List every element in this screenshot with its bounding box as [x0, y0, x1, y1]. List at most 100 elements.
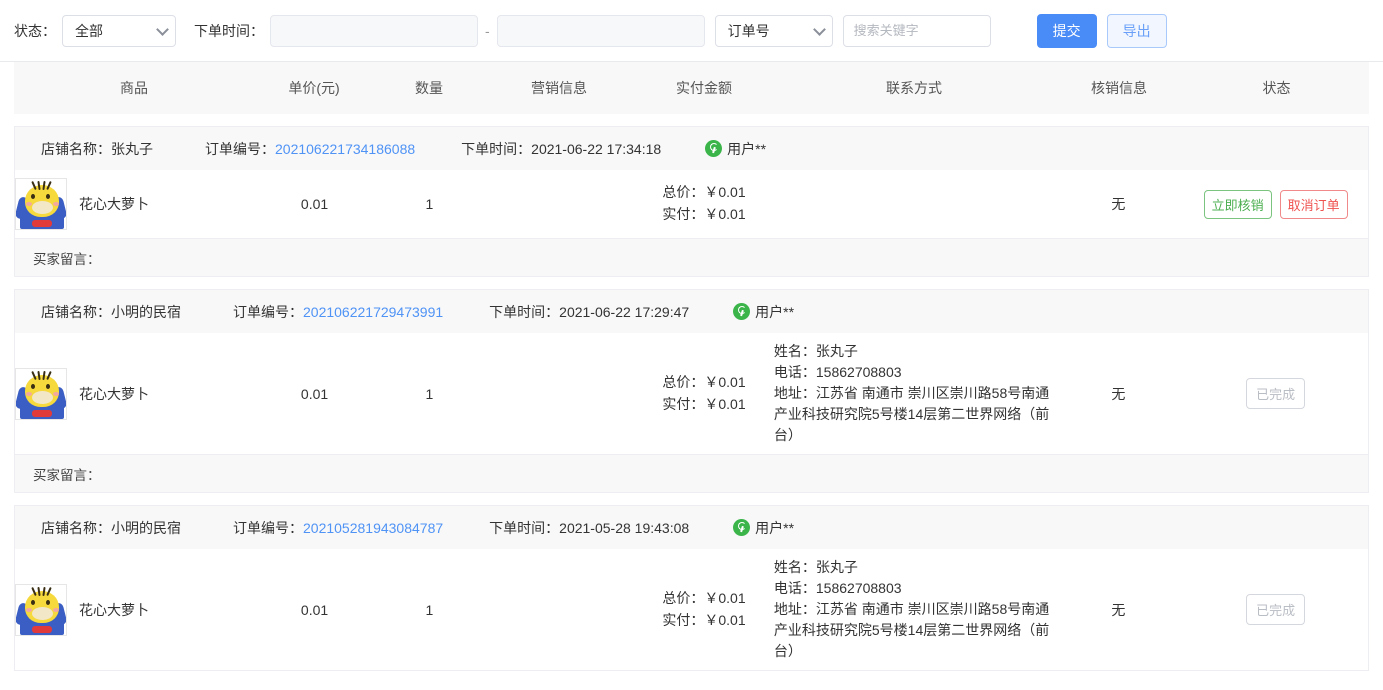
contact-name: 姓名：张丸子: [773, 559, 858, 575]
order-time: 下单时间：2021-06-22 17:34:18: [461, 140, 662, 157]
buyer-message-row: 买家留言：: [14, 455, 1369, 493]
order-user: 用户**: [705, 139, 766, 159]
goods-cell: 花心大萝卜: [15, 170, 255, 238]
paid-amount: 实付：￥0.01: [662, 611, 746, 628]
contact-address: 地址：江苏省 南通市 崇川区崇川路58号南通产业科技研究院5号楼14层第二世界网…: [773, 385, 1050, 443]
order-number-group: 订单编号：202106221729473991: [233, 302, 443, 322]
duck-avatar-icon: [16, 368, 66, 419]
order-row: 花心大萝卜 0.01 1 总价：￥0.01 实付：￥0.01 姓名：张丸子 电话…: [14, 333, 1369, 455]
column-header-quantity: 数量: [415, 80, 443, 96]
order-number-link[interactable]: 202106221734186088: [275, 141, 415, 157]
unit-price-cell: 0.01: [300, 385, 329, 402]
order-number-label: 订单编号：: [233, 303, 303, 320]
goods-thumbnail[interactable]: [15, 178, 67, 230]
paid-amount: 实付：￥0.01: [662, 206, 746, 222]
goods-thumbnail[interactable]: [15, 583, 67, 636]
verify-now-button[interactable]: 立即核销: [1203, 189, 1272, 219]
contact-cell: [774, 170, 1054, 238]
goods-cell: 花心大萝卜: [15, 333, 255, 454]
contact-name: 姓名：张丸子: [773, 343, 858, 359]
date-range-separator: -: [485, 22, 490, 39]
order-user-name: 用户**: [755, 519, 795, 536]
status-select-wrapper[interactable]: 全部: [62, 14, 176, 47]
buyer-message-row: 买家留言：: [14, 239, 1369, 277]
order-number-group: 订单编号：202106221734186088: [205, 139, 415, 159]
quantity-cell: 1: [425, 385, 434, 402]
order-time-filter-label: 下单时间：: [194, 22, 264, 39]
wechat-icon: [733, 519, 751, 536]
order-time-start-input[interactable]: [270, 14, 478, 47]
amount-cell: 总价：￥0.01 实付：￥0.01: [634, 549, 774, 670]
order-time: 下单时间：2021-06-22 17:29:47: [489, 303, 690, 320]
keyword-type-select-wrapper[interactable]: 订单号: [714, 14, 833, 47]
column-header-promotion: 营销信息: [531, 80, 587, 96]
amount-cell: 总价：￥0.01 实付：￥0.01: [634, 333, 774, 454]
column-header-amount: 实付金额: [676, 80, 732, 96]
order-row: 花心大萝卜 0.01 1 总价：￥0.01 实付：￥0.01 姓名：张丸子 电话…: [14, 549, 1369, 671]
column-header-verify: 核销信息: [1091, 80, 1147, 96]
status-cell: 已完成: [1183, 333, 1368, 454]
order-time-end-input[interactable]: [496, 14, 705, 47]
order-number-link[interactable]: 202105281943084787: [303, 520, 443, 536]
unit-price-cell: 0.01: [300, 196, 329, 212]
submit-button[interactable]: 提交: [1036, 13, 1097, 48]
total-amount: 总价：￥0.01: [662, 373, 746, 390]
goods-name: 花心大萝卜: [79, 196, 149, 212]
order-block: 店铺名称：张丸子 订单编号：202106221734186088 下单时间：20…: [14, 126, 1369, 277]
keyword-type-select[interactable]: 订单号: [714, 14, 833, 47]
order-status-done-button[interactable]: 已完成: [1246, 378, 1306, 409]
promotion-cell: [484, 549, 634, 670]
orders-table: 商品 单价(元) 数量 营销信息 实付金额 联系方式 核销信息 状态 店铺名称：…: [0, 62, 1383, 671]
cancel-order-button[interactable]: 取消订单: [1279, 189, 1348, 219]
verify-info-cell: 无: [1111, 385, 1126, 402]
goods-name: 花心大萝卜: [79, 385, 149, 402]
amount-cell: 总价：￥0.01 实付：￥0.01: [634, 170, 774, 238]
order-number-label: 订单编号：: [205, 140, 275, 157]
order-user-name: 用户**: [755, 303, 795, 320]
status-filter-label: 状态：: [14, 22, 56, 39]
order-status-done-button[interactable]: 已完成: [1246, 594, 1306, 625]
total-amount: 总价：￥0.01: [662, 184, 746, 201]
total-amount: 总价：￥0.01: [662, 589, 746, 606]
duck-avatar-icon: [16, 179, 66, 229]
wechat-icon: [733, 303, 751, 320]
order-block: 店铺名称：小明的民宿 订单编号：202106221729473991 下单时间：…: [14, 289, 1369, 493]
export-button[interactable]: 导出: [1106, 13, 1167, 48]
status-select[interactable]: 全部: [62, 14, 176, 47]
search-input[interactable]: [842, 14, 991, 47]
paid-amount: 实付：￥0.01: [662, 395, 746, 412]
column-header-contact: 联系方式: [886, 80, 942, 96]
order-number-group: 订单编号：202105281943084787: [233, 518, 443, 538]
order-shop-name: 店铺名称：小明的民宿: [41, 303, 181, 320]
order-shop-name: 店铺名称：张丸子: [41, 140, 153, 157]
order-row: 花心大萝卜 0.01 1 总价：￥0.01 实付：￥0.01 无 立即核销 取消…: [14, 170, 1369, 239]
column-header-goods: 商品: [120, 80, 148, 96]
contact-cell: 姓名：张丸子 电话：15862708803 地址：江苏省 南通市 崇川区崇川路5…: [774, 549, 1054, 670]
status-cell: 立即核销 取消订单: [1183, 170, 1368, 238]
column-header-price: 单价(元): [288, 80, 340, 96]
unit-price-cell: 0.01: [300, 601, 329, 618]
contact-phone: 电话：15862708803: [773, 364, 902, 380]
order-user: 用户**: [733, 302, 794, 322]
quantity-cell: 1: [425, 601, 434, 618]
order-header: 店铺名称：小明的民宿 订单编号：202106221729473991 下单时间：…: [14, 289, 1369, 333]
wechat-icon: [705, 140, 723, 157]
duck-avatar-icon: [16, 584, 66, 635]
order-header: 店铺名称：张丸子 订单编号：202106221734186088 下单时间：20…: [14, 126, 1369, 170]
quantity-cell: 1: [425, 196, 434, 212]
verify-info-cell: 无: [1111, 601, 1126, 618]
filter-toolbar: 状态： 全部 下单时间： - 订单号 提交 导出: [0, 0, 1383, 62]
promotion-cell: [484, 170, 634, 238]
status-cell: 已完成: [1183, 549, 1368, 670]
goods-thumbnail[interactable]: [15, 367, 67, 420]
buyer-message-text: 买家留言：: [33, 467, 101, 483]
verify-info-cell: 无: [1111, 196, 1126, 212]
table-header-row: 商品 单价(元) 数量 营销信息 实付金额 联系方式 核销信息 状态: [14, 62, 1369, 114]
buyer-message-text: 买家留言：: [33, 251, 101, 267]
contact-phone: 电话：15862708803: [773, 580, 902, 596]
order-number-link[interactable]: 202106221729473991: [303, 304, 443, 320]
promotion-cell: [484, 333, 634, 454]
order-time: 下单时间：2021-05-28 19:43:08: [489, 519, 690, 536]
order-shop-name: 店铺名称：小明的民宿: [41, 519, 181, 536]
order-user-name: 用户**: [727, 140, 767, 157]
